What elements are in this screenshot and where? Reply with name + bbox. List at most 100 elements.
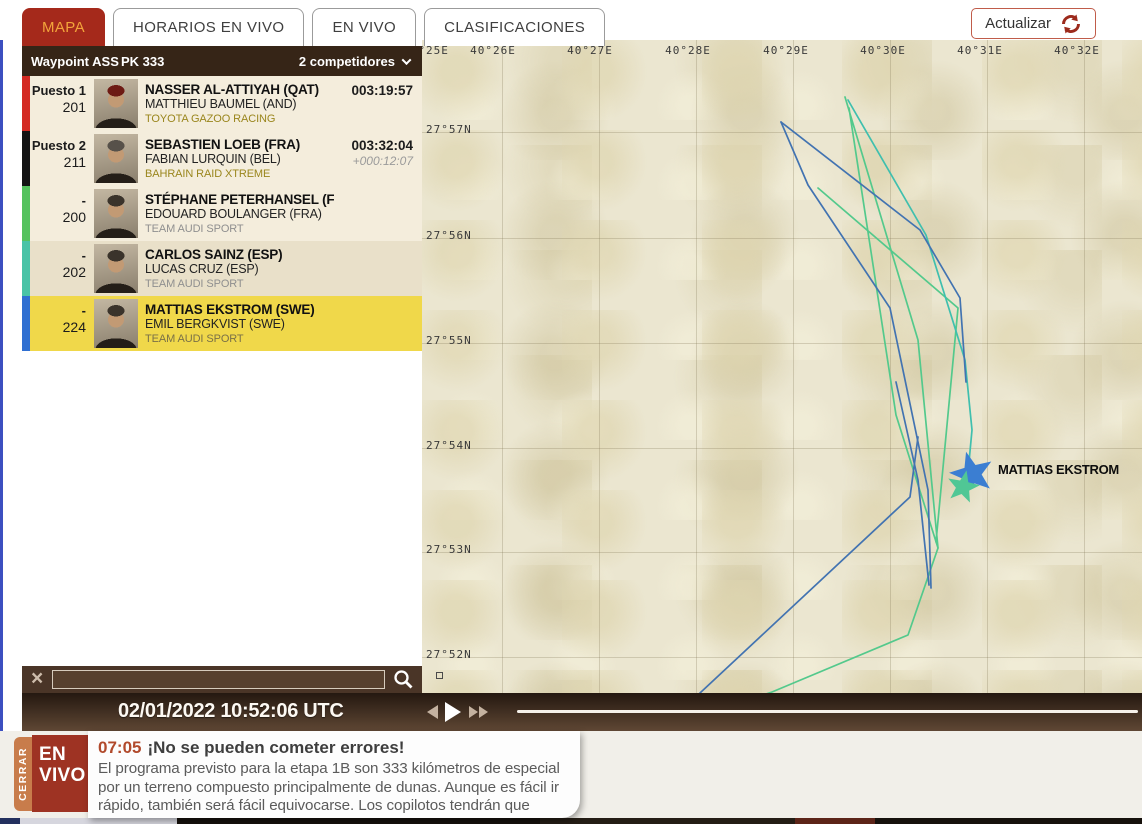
news-title: ¡No se pueden cometer errores! (147, 738, 404, 757)
window-left-border (0, 0, 3, 818)
tab-clasificaciones[interactable]: CLASIFICACIONES (424, 8, 605, 46)
lon-tick: 40°29E (763, 44, 809, 57)
cerrar-label: CERRAR (17, 747, 29, 801)
codriver-name: EDOUARD BOULANGER (FRA) (145, 207, 334, 222)
map-gridline-v (696, 40, 697, 693)
driver-photo (94, 189, 138, 238)
position-label: - (30, 303, 86, 318)
waypoint-header-bar: Waypoint ASS PK 333 2 competidores (22, 46, 422, 76)
map-gridline-h (422, 238, 1142, 239)
timeline-scrubber[interactable] (517, 710, 1138, 713)
marker-label: MATTIAS EKSTROM (998, 462, 1119, 477)
driver-photo (94, 134, 138, 183)
map-gridline-h (422, 552, 1142, 553)
search-input[interactable] (52, 670, 385, 689)
app-window: 40°25E 40°26E 40°27E 40°28E 40°29E 40°30… (0, 0, 1142, 824)
row-color-bar (22, 241, 30, 296)
car-number: 202 (30, 263, 86, 282)
car-number: 201 (30, 98, 86, 117)
refresh-icon (1060, 13, 1082, 35)
tab-en-vivo[interactable]: EN VIVO (312, 8, 416, 46)
position-label: Puesto 1 (30, 83, 86, 98)
en-vivo-badge: EN VIVO (32, 735, 88, 812)
competitor-row-211[interactable]: Puesto 2211 SEBASTIEN LOEB (FRA) FABIAN … (22, 131, 422, 186)
lat-tick: 27°56N (426, 229, 472, 242)
time-gap: +000:12:07 (334, 153, 413, 170)
map-gridline-h (422, 657, 1142, 658)
cerrar-button[interactable]: CERRAR (14, 737, 32, 811)
chevron-down-icon (402, 55, 412, 65)
lat-tick: 27°52N (426, 648, 472, 661)
map-gridline-v (890, 40, 891, 693)
pk-label: PK 333 (121, 54, 181, 69)
driver-name: STÉPHANE PETERHANSEL (FRA) (145, 192, 334, 207)
bottom-strip (20, 818, 177, 824)
position-label: - (30, 193, 86, 208)
competitor-row-202[interactable]: -202 CARLOS SAINZ (ESP) LUCAS CRUZ (ESP)… (22, 241, 422, 296)
lon-tick: 40°32E (1054, 44, 1100, 57)
lat-tick: 27°57N (426, 123, 472, 136)
competitors-count-label: 2 competidores (299, 54, 395, 69)
timestamp: 02/01/2022 10:52:06 UTC (118, 700, 343, 723)
car-number: 200 (30, 208, 86, 227)
fast-forward-button[interactable] (468, 706, 488, 718)
bottom-strip (540, 818, 795, 824)
map-gridline-v (502, 40, 503, 693)
map-gridline-v (1084, 40, 1085, 693)
competitor-row-200[interactable]: -200 STÉPHANE PETERHANSEL (FRA) EDOUARD … (22, 186, 422, 241)
news-title-row: 07:05 ¡No se pueden cometer errores! (98, 738, 568, 758)
tab-horarios-en-vivo[interactable]: HORARIOS EN VIVO (113, 8, 304, 46)
driver-name: CARLOS SAINZ (ESP) (145, 247, 334, 262)
timeline-bar: 02/01/2022 10:52:06 UTC (22, 693, 1142, 731)
row-color-bar (22, 76, 30, 131)
elapsed-time: 003:32:04 (334, 138, 413, 153)
competitor-star-marker-overlay (944, 467, 982, 504)
driver-photo (94, 244, 138, 293)
bottom-strip (795, 818, 875, 824)
row-color-bar (22, 186, 30, 241)
map-gridline-v (599, 40, 600, 693)
competitor-star-marker[interactable] (945, 446, 998, 498)
codriver-name: LUCAS CRUZ (ESP) (145, 262, 334, 277)
news-time: 07:05 (98, 738, 141, 757)
position-label: - (30, 248, 86, 263)
team-name: BAHRAIN RAID XTREME (145, 167, 334, 181)
team-name: TEAM AUDI SPORT (145, 277, 334, 291)
map-search-bar: × (22, 666, 422, 693)
map-canvas[interactable]: 40°25E 40°26E 40°27E 40°28E 40°29E 40°30… (422, 40, 1142, 693)
codriver-name: EMIL BERGKVIST (SWE) (145, 317, 334, 332)
search-icon[interactable] (393, 669, 414, 690)
car-number: 224 (30, 318, 86, 337)
tab-bar: MAPA HORARIOS EN VIVO EN VIVO CLASIFICAC… (22, 8, 605, 46)
row-color-bar (22, 131, 30, 186)
map-gridline-h (422, 343, 1142, 344)
news-card: 07:05 ¡No se pueden cometer errores! El p… (88, 731, 580, 818)
small-square-marker (436, 672, 443, 679)
lon-tick: 40°28E (665, 44, 711, 57)
lon-tick: 40°31E (957, 44, 1003, 57)
driver-name: NASSER AL-ATTIYAH (QAT) (145, 82, 334, 97)
rewind-button[interactable] (427, 705, 438, 719)
play-button[interactable] (445, 702, 461, 722)
competitor-list: Puesto 1201 NASSER AL-ATTIYAH (QAT) MATT… (22, 76, 422, 351)
map-gridline-h (422, 448, 1142, 449)
waypoint-label: Waypoint ASS (22, 54, 121, 69)
lat-tick: 27°55N (426, 334, 472, 347)
refresh-button-label: Actualizar (985, 15, 1051, 32)
competitors-dropdown[interactable]: 2 competidores (299, 54, 422, 69)
lat-tick: 27°54N (426, 439, 472, 452)
bottom-scrollbar[interactable] (177, 818, 540, 824)
codriver-name: MATTHIEU BAUMEL (AND) (145, 97, 334, 112)
news-body: El programa previsto para la etapa 1B so… (98, 760, 568, 818)
driver-name: MATTIAS EKSTROM (SWE) (145, 302, 334, 317)
driver-photo (94, 79, 138, 128)
driver-photo (94, 299, 138, 348)
row-color-bar (22, 296, 30, 351)
car-number: 211 (30, 153, 86, 172)
tab-mapa[interactable]: MAPA (22, 8, 105, 46)
position-label: Puesto 2 (30, 138, 86, 153)
close-icon[interactable]: × (31, 669, 43, 689)
competitor-row-224-selected[interactable]: -224 MATTIAS EKSTROM (SWE) EMIL BERGKVIS… (22, 296, 422, 351)
competitor-row-201[interactable]: Puesto 1201 NASSER AL-ATTIYAH (QAT) MATT… (22, 76, 422, 131)
refresh-button[interactable]: Actualizar (971, 8, 1096, 39)
